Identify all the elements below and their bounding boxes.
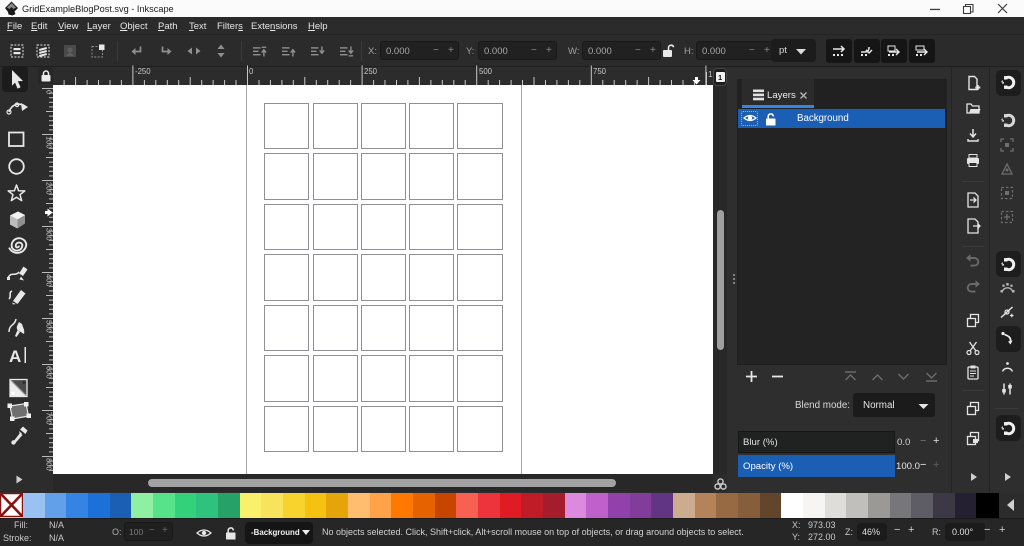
svg-text:A: A [9, 347, 21, 366]
svg-text:0: 0 [249, 67, 254, 76]
svg-text:750: 750 [593, 67, 607, 76]
svg-text:250: 250 [364, 67, 378, 76]
svg-text:500: 500 [479, 67, 493, 76]
svg-text:-250: -250 [135, 67, 151, 76]
